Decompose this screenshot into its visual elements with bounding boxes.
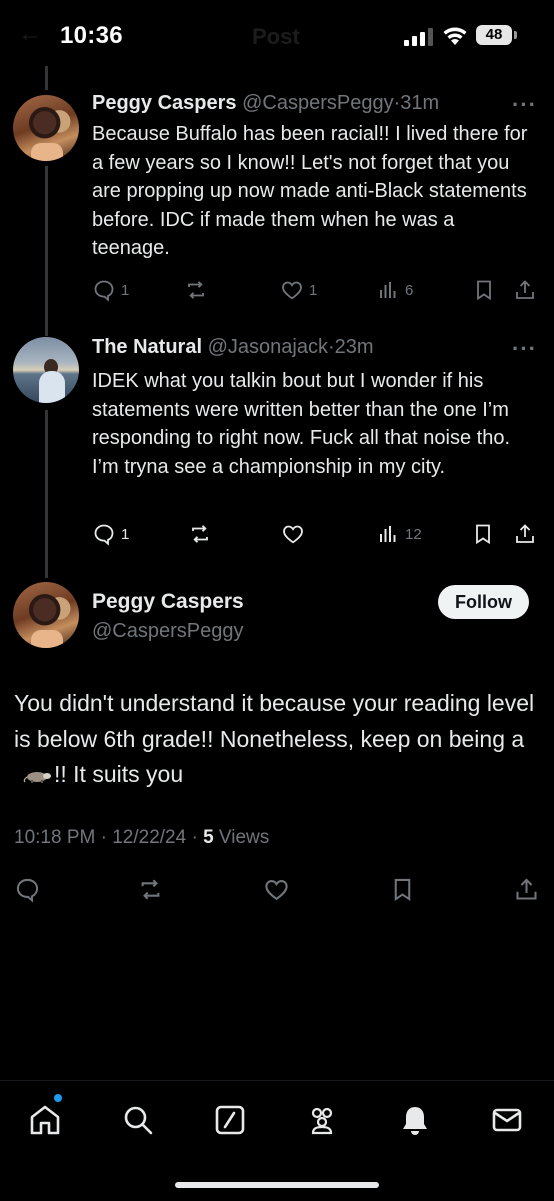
home-icon (30, 1105, 60, 1135)
user-handle[interactable]: @Jasonajack (208, 336, 328, 358)
messages-icon (492, 1108, 522, 1132)
user-handle[interactable]: @CaspersPeggy (92, 620, 243, 643)
tab-search[interactable] (121, 1103, 155, 1137)
reply-count: 1 (121, 281, 130, 299)
repost-icon (188, 281, 204, 299)
tab-home[interactable] (28, 1103, 62, 1137)
opossum-emoji-icon (23, 771, 51, 783)
tab-grok[interactable] (213, 1103, 247, 1137)
like-button[interactable] (263, 874, 290, 904)
post-text: IDEK what you talkin bout but I wonder i… (92, 370, 511, 478)
thread-line (45, 66, 48, 90)
repost-button[interactable] (184, 275, 213, 305)
post-metadata: 10:18 PM · 12/22/24 · 5 Views (14, 827, 269, 849)
views-icon (380, 526, 396, 542)
bookmark-icon (394, 878, 411, 901)
post-text: You didn't understand it because your re… (14, 686, 544, 793)
post-text-part: !! It suits you (54, 761, 184, 787)
views-count: 6 (405, 281, 414, 299)
heart-icon (265, 879, 288, 900)
repost-button[interactable] (137, 874, 164, 904)
search-icon (124, 1106, 153, 1135)
repost-icon (192, 525, 208, 543)
unread-dot-icon (54, 1094, 62, 1102)
action-bar: 1 12 (92, 519, 537, 549)
action-bar: 1 1 6 (92, 275, 537, 305)
share-button[interactable] (513, 275, 537, 305)
avatar[interactable] (13, 337, 79, 403)
battery-indicator: 48 (476, 25, 512, 45)
heart-icon (282, 281, 302, 300)
like-button[interactable] (281, 519, 310, 549)
heart-icon (283, 525, 303, 544)
reply-count: 1 (121, 525, 130, 543)
communities-icon (311, 1107, 333, 1135)
post-text-part: You didn't understand it because your re… (14, 690, 535, 752)
grok-icon (215, 1105, 245, 1135)
display-name[interactable]: The Natural (92, 336, 202, 358)
reply-button[interactable]: 1 (92, 275, 129, 305)
notifications-icon (403, 1107, 427, 1135)
share-button[interactable] (513, 874, 540, 904)
display-name[interactable]: Peggy Caspers (92, 590, 244, 614)
post-time: 31m (400, 92, 440, 114)
bookmark-button[interactable] (471, 519, 495, 549)
post-timestamp: 10:18 PM · 12/22/24 · (14, 827, 204, 848)
display-name[interactable]: Peggy Caspers (92, 92, 237, 114)
follow-button[interactable]: Follow (438, 585, 529, 619)
avatar[interactable] (13, 95, 79, 161)
thread-line (45, 410, 48, 578)
clock: 10:36 (60, 22, 123, 49)
share-icon (516, 280, 534, 299)
bookmark-button[interactable] (389, 874, 416, 904)
reply-icon (16, 878, 39, 903)
back-arrow-icon[interactable]: ← (18, 20, 42, 48)
views-button[interactable]: 6 (376, 275, 413, 305)
share-icon (516, 878, 537, 900)
avatar[interactable] (13, 582, 79, 648)
share-icon (516, 524, 534, 543)
bookmark-icon (476, 524, 490, 545)
bookmark-button[interactable] (472, 275, 496, 305)
wifi-icon (443, 27, 467, 45)
views-label[interactable]: Views (214, 827, 269, 848)
share-button[interactable] (513, 519, 537, 549)
views-count: 12 (405, 525, 422, 543)
thread-line (45, 166, 48, 336)
battery-tip (514, 31, 517, 39)
action-bar (14, 874, 544, 906)
tab-communities[interactable] (305, 1103, 339, 1137)
home-indicator[interactable] (175, 1182, 379, 1188)
separator-dot: · (327, 336, 335, 358)
reply-icon (94, 524, 114, 546)
tab-notifications[interactable] (398, 1103, 432, 1137)
views-count: 5 (203, 827, 214, 848)
repost-icon (141, 879, 160, 899)
cellular-signal-icon (404, 28, 433, 46)
status-bar: ← 10:36 Post 48 (0, 0, 554, 66)
more-options-icon[interactable]: ··· (512, 336, 537, 362)
post-header: Peggy Caspers @CaspersPeggy·31m (92, 92, 439, 115)
post-time: 23m (334, 336, 374, 358)
views-icon (380, 282, 396, 298)
like-count: 1 (309, 281, 318, 299)
post-text: Because Buffalo has been racial!! I live… (92, 123, 528, 259)
more-options-icon[interactable]: ··· (512, 92, 537, 118)
post-header: The Natural @Jasonajack·23m (92, 336, 374, 359)
like-button[interactable]: 1 (280, 275, 317, 305)
reply-button[interactable] (14, 874, 41, 904)
tab-messages[interactable] (490, 1103, 524, 1137)
reply-icon (94, 280, 114, 302)
page-title: Post (252, 24, 300, 49)
views-button[interactable]: 12 (376, 519, 422, 549)
user-handle[interactable]: @CaspersPeggy (242, 92, 393, 114)
repost-button[interactable] (188, 519, 217, 549)
reply-button[interactable]: 1 (92, 519, 129, 549)
bookmark-icon (477, 280, 491, 301)
